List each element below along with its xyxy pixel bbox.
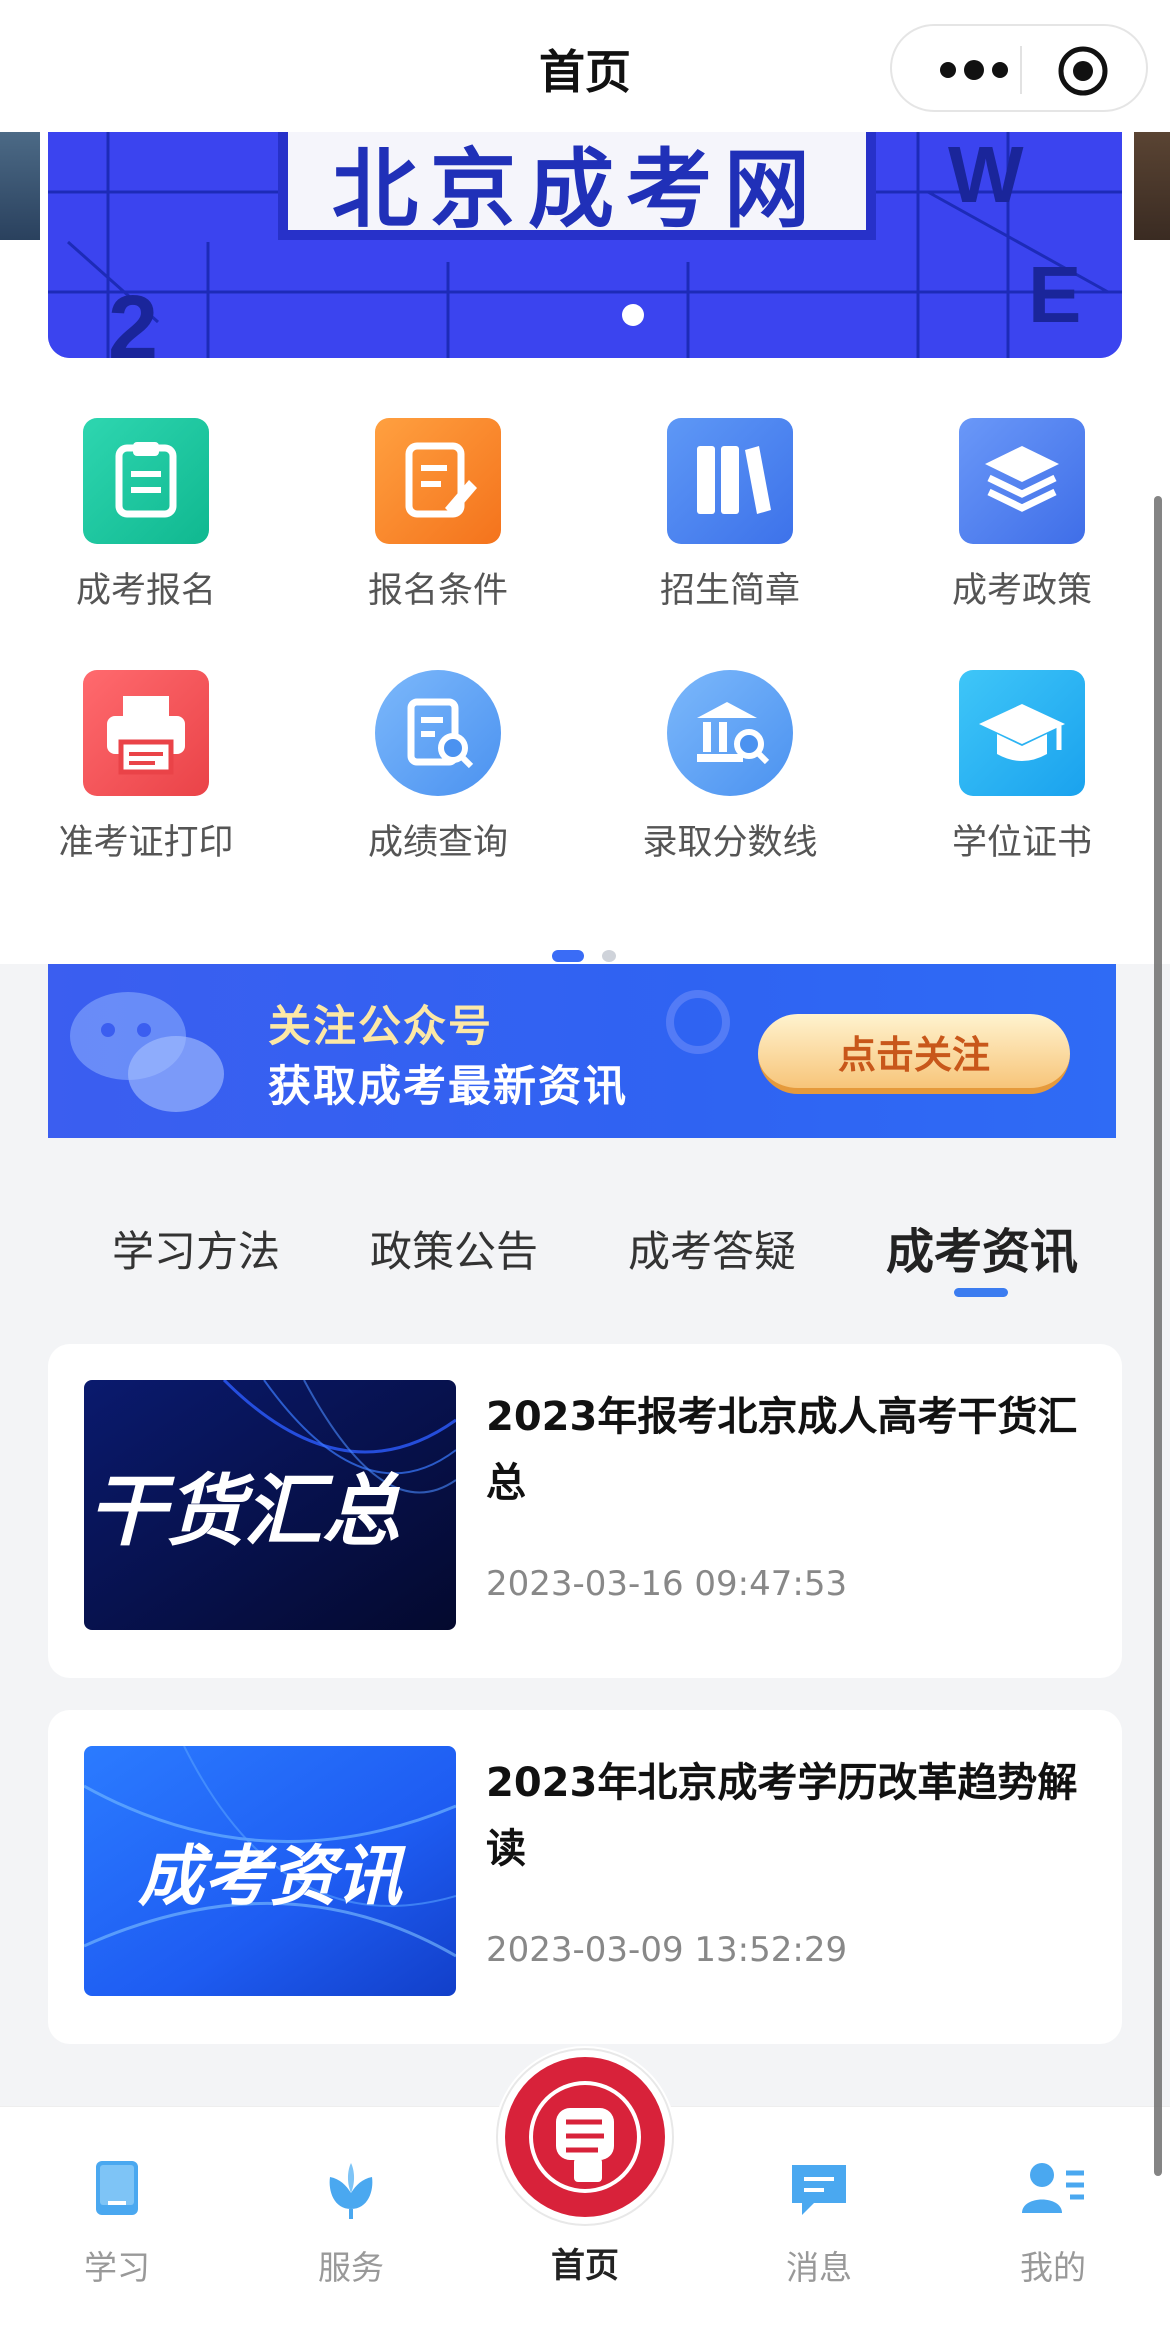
active-tab-underline <box>954 1288 1008 1297</box>
grid-label: 成考政策 <box>951 571 1092 611</box>
document-edit-icon <box>375 418 501 544</box>
tabbar-label: 消息 <box>786 2248 852 2287</box>
follow-button[interactable]: 点击关注 <box>758 1014 1070 1094</box>
article-title: 2023年报考北京成人高考干货汇总 <box>486 1394 1078 1506</box>
grid-item-score-line[interactable]: 录取分数线 <box>610 670 850 865</box>
tab-exam-news[interactable]: 成考资讯 <box>886 1212 1078 1282</box>
book-icon <box>96 2161 138 2215</box>
message-icon <box>792 2165 846 2215</box>
article-time: 2023-03-16 09:47:53 <box>486 1564 848 1604</box>
article-thumbnail: 干货汇总 <box>84 1380 456 1630</box>
article-card[interactable]: 成考资讯 2023年北京成考学历改革趋势解读 2023-03-09 13:52:… <box>48 1710 1122 2044</box>
tab-policy-notices[interactable]: 政策公告 <box>370 1218 538 1279</box>
tabbar-label-home: 首页 <box>551 2246 619 2286</box>
grid-item-admission-ticket[interactable]: 准考证打印 <box>26 670 266 865</box>
article-title: 2023年北京成考学历改革趋势解读 <box>486 1760 1078 1872</box>
tabbar-item-messages[interactable]: 消息 <box>744 2153 894 2289</box>
follow-line-2: 获取成考最新资讯 <box>268 1062 628 1112</box>
home-page: 首页 2 W E 北京成考网 成考报名 报名条件 招生简章 成考政策 准考证打印… <box>0 0 1170 2339</box>
tabbar-item-home[interactable] <box>494 2046 676 2228</box>
user-list-icon <box>1022 2163 1084 2213</box>
grid-label: 招生简章 <box>659 571 800 611</box>
article-thumbnail: 成考资讯 <box>84 1746 456 1996</box>
grid-label: 准考证打印 <box>58 823 234 863</box>
grid-item-policy[interactable]: 成考政策 <box>902 418 1142 613</box>
article-tabs: 学习方法 政策公告 成考答疑 成考资讯 <box>0 1200 1170 1300</box>
banner-title: 北京成考网 <box>278 132 876 240</box>
printer-icon <box>83 670 209 796</box>
books-icon <box>667 418 793 544</box>
grid-item-registration[interactable]: 成考报名 <box>26 418 266 613</box>
svg-text:2: 2 <box>108 278 158 358</box>
grid-item-brochure[interactable]: 招生简章 <box>610 418 850 613</box>
scrollbar[interactable] <box>1154 496 1162 2176</box>
wechat-icon <box>70 992 224 1112</box>
tab-exam-qa[interactable]: 成考答疑 <box>628 1218 796 1279</box>
grid-page-indicator-active <box>552 950 584 962</box>
banner-carousel[interactable]: 2 W E 北京成考网 <box>48 132 1122 358</box>
article-time: 2023-03-09 13:52:29 <box>486 1930 848 1970</box>
tabbar-item-service[interactable]: 服务 <box>276 2153 426 2289</box>
tabbar-item-me[interactable]: 我的 <box>978 2153 1128 2289</box>
adjacent-slide-right <box>1134 132 1170 240</box>
grid-item-degree[interactable]: 学位证书 <box>902 670 1142 865</box>
graduation-cap-icon <box>959 670 1085 796</box>
institution-search-icon <box>667 670 793 796</box>
decorative-ring <box>666 990 730 1054</box>
more-icon[interactable] <box>930 50 1026 90</box>
article-card[interactable]: 干货汇总 2023年报考北京成人高考干货汇总 2023-03-16 09:47:… <box>48 1344 1122 1678</box>
grid-label: 录取分数线 <box>642 823 818 863</box>
thumbnail-text: 干货汇总 <box>88 1467 401 1557</box>
mini-program-capsule <box>890 24 1148 112</box>
close-target-icon[interactable] <box>1056 44 1110 98</box>
tabbar-label: 服务 <box>318 2248 384 2287</box>
follow-official-account-banner[interactable]: 关注公众号 获取成考最新资讯 点击关注 <box>48 964 1116 1138</box>
grid-item-conditions[interactable]: 报名条件 <box>318 418 558 613</box>
follow-line-1: 关注公众号 <box>268 1002 493 1052</box>
fist-logo-icon <box>496 2048 674 2226</box>
capsule-divider <box>1020 46 1022 94</box>
tabbar-item-study[interactable]: 学习 <box>42 2153 192 2289</box>
grid-page-indicator <box>602 950 616 962</box>
tabbar-label: 我的 <box>1020 2248 1086 2287</box>
tabbar-label: 学习 <box>84 2248 150 2287</box>
tab-study-methods[interactable]: 学习方法 <box>112 1218 280 1279</box>
adjacent-slide-left <box>0 132 40 240</box>
grid-label: 成绩查询 <box>367 823 508 863</box>
grid-label: 成考报名 <box>75 571 216 611</box>
navigation-bar: 首页 <box>0 0 1170 132</box>
grid-label: 报名条件 <box>367 571 508 611</box>
layers-icon <box>959 418 1085 544</box>
clipboard-icon <box>83 418 209 544</box>
thumbnail-text: 成考资讯 <box>138 1838 402 1915</box>
flower-icon <box>329 2163 373 2219</box>
svg-text:W: W <box>948 132 1024 219</box>
banner-indicator <box>622 304 644 326</box>
grid-item-score-query[interactable]: 成绩查询 <box>318 670 558 865</box>
svg-text:E: E <box>1028 250 1081 339</box>
document-search-icon <box>375 670 501 796</box>
grid-label: 学位证书 <box>951 823 1092 863</box>
